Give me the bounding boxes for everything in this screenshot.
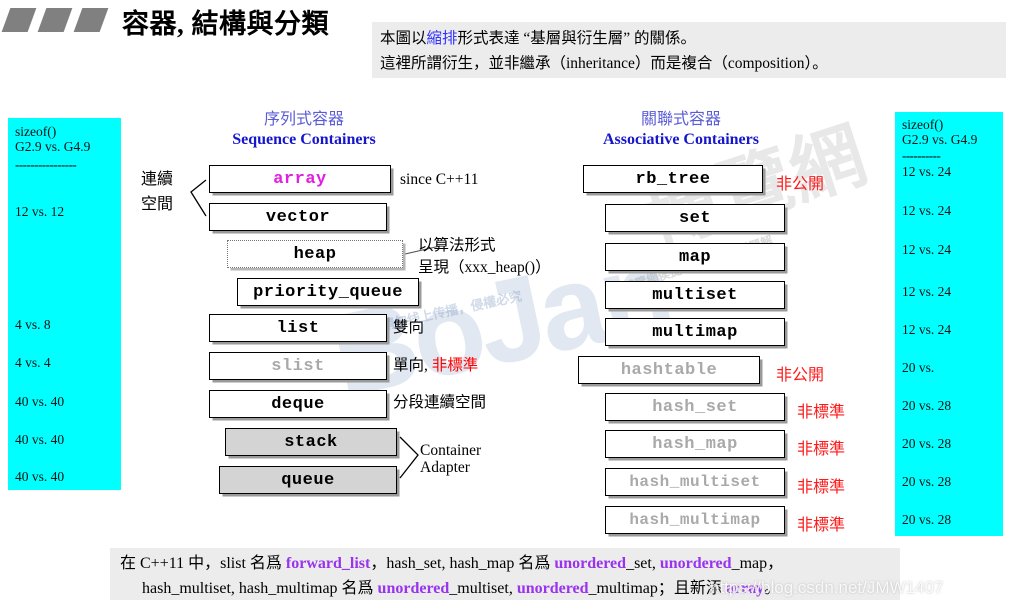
sizeof-right-row: 20 vs. 28 (902, 436, 952, 451)
sizeof-right-row: 12 vs. 24 (902, 322, 952, 337)
sizeof-right-row: 12 vs. 24 (902, 242, 952, 257)
note-hashtable: 非公開 (776, 367, 825, 384)
container-box-slist[interactable]: slist (209, 352, 387, 380)
annotation-slist-b: 非標準 (431, 357, 479, 374)
container-box-rb-tree[interactable]: rb_tree (583, 165, 763, 193)
connector-lines (190, 179, 441, 479)
annotation-container-adapter-line2: Adapter (420, 459, 470, 476)
sizeof-right-header-2: G2.9 vs. G4.9 (902, 132, 978, 147)
sizeof-right-header-1: sizeof() (902, 117, 944, 132)
description-line-2: 這裡所謂衍生，並非繼承（inheritance）而是複合（composition… (380, 55, 828, 72)
sizeof-left-divider: ---------------- (15, 157, 77, 172)
sizeof-left-row: 40 vs. 40 (15, 469, 65, 484)
container-box-heap[interactable]: heap (227, 240, 403, 268)
container-box-queue[interactable]: queue (219, 466, 397, 494)
footer-l2-unordered-1: unordered (377, 580, 450, 597)
footer-l2-p5: _multimap；且新添 (588, 580, 726, 597)
sizeof-left-header-1: sizeof() (15, 124, 57, 139)
annotation-slist-a: 單向, (393, 357, 432, 374)
associative-heading-en: Associative Containers (603, 131, 759, 148)
note-hash-multiset: 非標準 (797, 479, 846, 496)
sequence-containers-heading: 序列式容器 Sequence Containers (218, 110, 390, 150)
slide-canvas: 容器, 結構與分類 本圖以縮排形式表達 “基層與衍生層” 的關係。 這裡所謂衍生… (0, 0, 1010, 606)
container-box-hashtable[interactable]: hashtable (578, 356, 760, 384)
annotation-heap-line1: 以算法形式 (418, 237, 496, 254)
sizeof-right-row: 20 vs. 28 (902, 398, 952, 413)
footer-l2-array: array (725, 580, 765, 597)
annotation-contiguous-line2: 空間 (141, 196, 174, 213)
container-box-deque[interactable]: deque (209, 390, 387, 418)
description-highlight: 縮排 (426, 30, 458, 47)
annotation-heap-line2-a: 呈現（ (418, 259, 465, 276)
sizeof-right-row: 20 vs. (902, 360, 935, 375)
annotation-heap-fn: xxx_heap() (464, 259, 536, 276)
container-box-multimap[interactable]: multimap (605, 318, 785, 346)
sizeof-left-row: 40 vs. 40 (15, 432, 65, 447)
annotation-contiguous-line1: 連續 (141, 171, 174, 188)
container-box-hash-multimap[interactable]: hash_multimap (605, 506, 785, 534)
footer-l1-p7: _map， (731, 555, 784, 572)
sizeof-right-row: 12 vs. 24 (902, 164, 952, 179)
container-box-stack[interactable]: stack (225, 428, 397, 456)
note-hash-set: 非標準 (797, 404, 846, 421)
container-box-hash-map[interactable]: hash_map (605, 430, 785, 458)
sizeof-right-divider: ---------- (902, 148, 941, 163)
annotation-list: 雙向 (393, 319, 425, 336)
description-line-1-part-a: 本圖以 (380, 30, 427, 47)
footer-l1-forward-list: forward_list (285, 555, 371, 572)
associative-heading-zh: 關聯式容器 (640, 111, 721, 128)
sizeof-right-row: 12 vs. 24 (902, 203, 952, 218)
sizeof-left-row: 40 vs. 40 (15, 394, 65, 409)
note-rb-tree: 非公開 (776, 176, 825, 193)
footer-l1-p3: ，hash_set, hash_map 名爲 (370, 555, 555, 572)
sizeof-left-row: 12 vs. 12 (15, 204, 65, 219)
sizeof-left-header-2: G2.9 vs. G4.9 (15, 139, 91, 154)
sizeof-right-row: 20 vs. 28 (902, 512, 952, 527)
footer-l2-p1: hash_multiset, hash_multimap 名爲 (142, 580, 378, 597)
footer-l2-p3: _multiset, (449, 580, 517, 597)
footer-l1-p1: 在 C++11 中，slist 名爲 (120, 555, 286, 572)
note-hash-map: 非標準 (797, 441, 846, 458)
annotation-heap-line2-c: ） (535, 259, 551, 276)
sizeof-left-row: 4 vs. 8 (15, 317, 51, 332)
sizeof-panel-right: sizeof() G2.9 vs. G4.9 ---------- 12 vs.… (895, 112, 1003, 536)
container-box-array[interactable]: array (209, 165, 391, 193)
annotation-since-cpp11: since C++11 (400, 171, 479, 188)
container-box-hash-multiset[interactable]: hash_multiset (605, 468, 785, 496)
container-box-list[interactable]: list (209, 314, 387, 342)
footer-l1-p5: _set, (626, 555, 660, 572)
footer-l1-unordered-2: unordered (659, 555, 732, 572)
sizeof-right-row: 20 vs. 28 (902, 474, 952, 489)
container-box-hash-set[interactable]: hash_set (605, 393, 785, 421)
associative-containers-heading: 關聯式容器 Associative Containers (586, 110, 776, 150)
description-line-1-part-b: 形式表達 “基層與衍生層” 的關係。 (457, 30, 697, 47)
annotation-slist: 單向, 非標準 (393, 356, 478, 376)
sequence-heading-en: Sequence Containers (232, 131, 376, 148)
description-box: 本圖以縮排形式表達 “基層與衍生層” 的關係。 這裡所謂衍生，並非繼承（inhe… (372, 22, 1006, 78)
footer-l1-unordered-1: unordered (554, 555, 627, 572)
description-line-1: 本圖以縮排形式表達 “基層與衍生層” 的關係。 (380, 26, 998, 51)
footer-note: 在 C++11 中，slist 名爲 forward_list，hash_set… (110, 548, 900, 600)
note-hash-multimap: 非標準 (797, 517, 846, 534)
container-box-multiset[interactable]: multiset (605, 281, 785, 309)
container-box-vector[interactable]: vector (209, 203, 387, 231)
container-box-priority-queue[interactable]: priority_queue (237, 278, 419, 306)
footer-l2-p7: 。 (764, 580, 781, 597)
annotation-heap-line2: 呈現（xxx_heap()） (418, 258, 551, 278)
sizeof-panel-left: sizeof() G2.9 vs. G4.9 ---------------- … (8, 118, 121, 490)
container-box-map[interactable]: map (605, 243, 785, 271)
footer-line-1: 在 C++11 中，slist 名爲 forward_list，hash_set… (120, 551, 890, 576)
sequence-heading-zh: 序列式容器 (263, 111, 344, 128)
sizeof-right-row: 12 vs. 24 (902, 284, 952, 299)
footer-l2-unordered-2: unordered (516, 580, 589, 597)
container-box-set[interactable]: set (605, 204, 785, 232)
annotation-deque: 分段連續空間 (393, 394, 487, 411)
page-title: 容器, 結構與分類 (122, 9, 329, 39)
footer-line-2: hash_multiset, hash_multimap 名爲 unordere… (120, 576, 890, 601)
slanted-bars-icon (1, 8, 109, 32)
sizeof-left-row: 4 vs. 4 (15, 355, 51, 370)
